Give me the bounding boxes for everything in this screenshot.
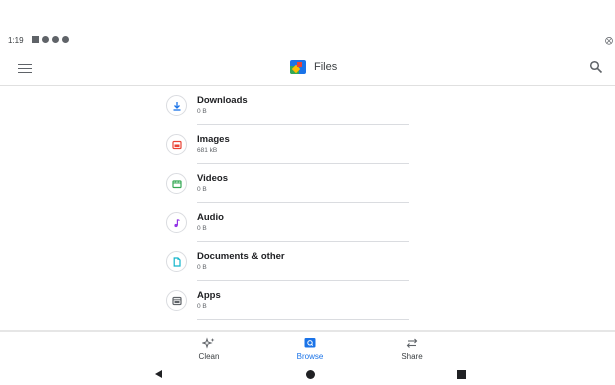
settings-notification-icon [52, 36, 59, 43]
status-time: 1:19 [8, 36, 24, 45]
home-icon[interactable] [306, 370, 315, 379]
category-size: 0 B [197, 108, 207, 115]
document-icon [166, 251, 187, 272]
files-logo-icon [290, 60, 306, 74]
recent-apps-icon[interactable] [457, 370, 466, 379]
browse-folder-icon [285, 336, 335, 349]
back-icon[interactable] [155, 370, 162, 378]
category-label: Audio [197, 212, 224, 223]
category-label: Downloads [197, 95, 248, 106]
category-row-images[interactable]: Images 681 kB [0, 125, 615, 164]
category-label: Videos [197, 173, 228, 184]
menu-icon[interactable] [18, 61, 32, 75]
status-icons [32, 36, 69, 43]
download-icon [166, 95, 187, 116]
system-navigation-bar [0, 364, 615, 385]
nav-label: Browse [296, 352, 324, 361]
video-icon [166, 173, 187, 194]
category-size: 0 B [197, 264, 207, 271]
category-label: Documents & other [197, 251, 285, 262]
audio-icon [166, 212, 187, 233]
category-label: Apps [197, 290, 221, 301]
sparkle-icon [184, 336, 234, 349]
app-bar: Files [0, 52, 615, 86]
notification-icon [62, 36, 69, 43]
apps-icon [166, 290, 187, 311]
no-signal-icon: ⨂ [605, 36, 613, 45]
divider [197, 319, 409, 320]
notification-icon [42, 36, 49, 43]
nav-label: Clean [198, 352, 220, 361]
swap-arrows-icon [387, 336, 437, 349]
notification-icon [32, 36, 39, 43]
nav-share[interactable]: Share [387, 336, 437, 361]
status-bar: 1:19 ⨂ [0, 0, 615, 52]
nav-browse[interactable]: Browse [285, 336, 335, 361]
category-row-videos[interactable]: Videos 0 B [0, 164, 615, 203]
category-size: 0 B [197, 303, 207, 310]
bottom-navigation: Clean Browse Share [0, 330, 615, 364]
image-icon [166, 134, 187, 155]
category-size: 0 B [197, 186, 207, 193]
app-title: Files [314, 61, 338, 73]
nav-label: Share [401, 352, 423, 361]
category-row-documents[interactable]: Documents & other 0 B [0, 242, 615, 281]
category-row-downloads[interactable]: Downloads 0 B [0, 86, 615, 125]
category-list: Downloads 0 B Images 681 kB Videos 0 B A… [0, 86, 615, 320]
search-icon[interactable] [589, 60, 603, 74]
category-size: 681 kB [197, 147, 218, 154]
category-label: Images [197, 134, 230, 145]
category-row-audio[interactable]: Audio 0 B [0, 203, 615, 242]
category-row-apps[interactable]: Apps 0 B [0, 281, 615, 320]
category-size: 0 B [197, 225, 207, 232]
app-title-group: Files [290, 60, 337, 74]
nav-clean[interactable]: Clean [184, 336, 234, 361]
